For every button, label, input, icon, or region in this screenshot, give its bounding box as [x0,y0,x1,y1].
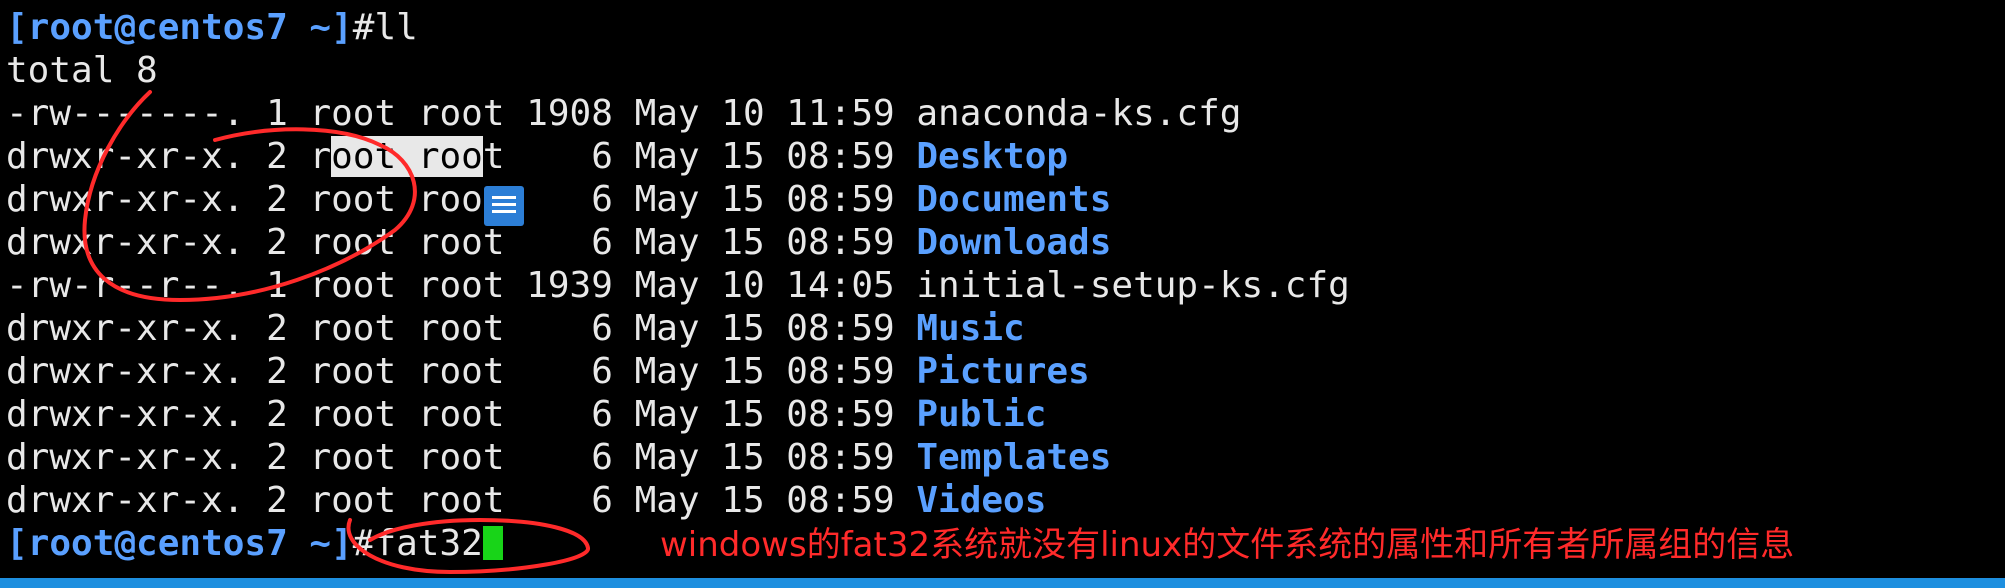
permissions: -rw-r--r--. [6,265,267,306]
group: t [482,136,527,177]
modified-date: May 15 08:59 [634,394,917,435]
owner: root [309,437,418,478]
directory-name[interactable]: Pictures [916,351,1089,392]
owner: root [309,394,418,435]
permissions: drwxr-xr-x. [6,308,267,349]
listing-row: drwxr-xr-x. 2 root root 6 May 15 08:59 P… [6,393,1046,436]
group: root [417,265,527,306]
permissions: drwxr-xr-x. [6,394,267,435]
listing-row: drwxr-xr-x. 2 root root 6 May 15 08:59 M… [6,307,1025,350]
modified-date: May 15 08:59 [634,136,917,177]
modified-date: May 15 08:59 [634,308,917,349]
size: 6 [526,136,635,177]
file-name[interactable]: anaconda-ks.cfg [916,93,1241,134]
permissions: drwxr-xr-x. [6,437,267,478]
permissions: drwxr-xr-x. [6,351,267,392]
link-count: 2 [266,437,310,478]
owner: r [309,136,332,177]
listing-row: drwxr-xr-x. 2 root root 6 May 15 08:59 V… [6,479,1046,522]
owner: root [309,179,418,220]
annotation-note: windows的fat32系统就没有linux的文件系统的属性和所有者所属组的信… [660,525,1795,565]
listing-row: drwxr-xr-x. 2 root root 6 May 15 08:59 D… [6,178,1111,221]
size: 6 [526,394,635,435]
listing-row: drwxr-xr-x. 2 root root 6 May 15 08:59 P… [6,350,1090,393]
permissions: -rw-------. [6,93,267,134]
link-count: 2 [266,394,310,435]
shell-prompt: [root@centos7 ~] [6,7,353,48]
listing-row: drwxr-xr-x. 2 root root 6 May 15 08:59 D… [6,221,1111,264]
listing-row: drwxr-xr-x. 2 root root 6 May 15 08:59 D… [6,135,1068,178]
link-count: 1 [266,93,310,134]
link-count: 2 [266,179,310,220]
group: root [417,93,527,134]
owner: root [309,308,418,349]
modified-date: May 15 08:59 [634,222,917,263]
modified-date: May 15 08:59 [634,179,917,220]
directory-name[interactable]: Templates [916,437,1111,478]
size: 1908 [526,93,635,134]
shell-prompt: [root@centos7 ~] [6,523,353,564]
group: root [417,351,527,392]
link-count: 2 [266,222,310,263]
link-count: 2 [266,351,310,392]
owner: root [309,222,418,263]
modified-date: May 15 08:59 [634,480,917,521]
modified-date: May 10 14:05 [634,265,917,306]
owner: root [309,93,418,134]
shell-command[interactable]: #fat32 [353,523,483,564]
status-bar [0,578,2005,588]
directory-name[interactable]: Music [916,308,1024,349]
prompt-line: [root@centos7 ~]#ll [6,6,418,49]
directory-name[interactable]: Downloads [916,222,1111,263]
group: root [417,394,527,435]
group: root [417,222,527,263]
group: root [417,308,527,349]
directory-name[interactable]: Desktop [916,136,1068,177]
listing-row: -rw-------. 1 root root 1908 May 10 11:5… [6,92,1241,135]
owner: root [309,351,418,392]
modified-date: May 10 11:59 [634,93,917,134]
ime-icon[interactable] [484,186,524,226]
directory-name[interactable]: Videos [916,480,1046,521]
listing-row: -rw-r--r--. 1 root root 1939 May 10 14:0… [6,264,1350,307]
size: 6 [526,351,635,392]
shell-command[interactable]: #ll [353,7,418,48]
listing-row: drwxr-xr-x. 2 root root 6 May 15 08:59 T… [6,436,1111,479]
link-count: 2 [266,308,310,349]
directory-name[interactable]: Documents [916,179,1111,220]
link-count: 2 [266,136,310,177]
link-count: 1 [266,265,310,306]
text-cursor [482,526,503,560]
directory-name[interactable]: Public [916,394,1046,435]
size: 6 [526,308,635,349]
size: 6 [526,480,635,521]
owner: root [309,265,418,306]
modified-date: May 15 08:59 [634,351,917,392]
permissions: drwxr-xr-x. [6,222,267,263]
size: 6 [526,222,635,263]
terminal-window[interactable]: [root@centos7 ~]#ll total 8 -rw-------. 1 … [0,0,2005,588]
group: root [417,480,527,521]
modified-date: May 15 08:59 [634,437,917,478]
output-line: total 8 [6,50,158,91]
file-name[interactable]: initial-setup-ks.cfg [916,265,1349,306]
size: 6 [526,179,635,220]
permissions: drwxr-xr-x. [6,179,267,220]
prompt-line: [root@centos7 ~]#fat32 [6,522,503,565]
permissions: drwxr-xr-x. [6,136,267,177]
group: root [417,437,527,478]
permissions: drwxr-xr-x. [6,480,267,521]
owner: root [309,480,418,521]
size: 6 [526,437,635,478]
size: 1939 [526,265,635,306]
selection-highlight: oot roo [331,136,483,177]
link-count: 2 [266,480,310,521]
